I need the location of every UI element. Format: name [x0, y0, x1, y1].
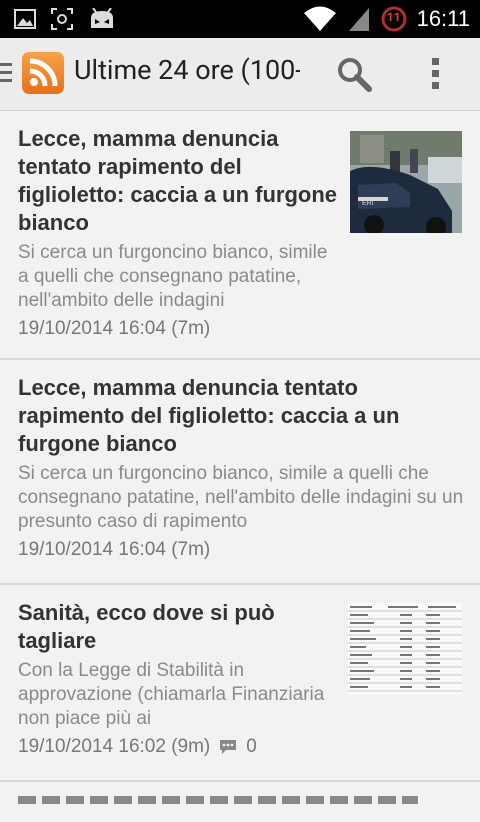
- article-list: Lecce, mamma denuncia tentato rapimento …: [0, 111, 480, 822]
- comment-count: 0: [246, 736, 257, 757]
- android-notification-icon: [91, 8, 113, 28]
- article-summary: Si cerca un furgoncino bianco, simile a …: [18, 242, 328, 311]
- notification-count-badge: 11: [381, 6, 407, 32]
- article-item[interactable]: Sanità, ecco dove si può tagliare Con la…: [0, 585, 480, 782]
- article-title: Sanità, ecco dove si può tagliare: [18, 600, 275, 653]
- signal-icon: [348, 8, 369, 31]
- drawer-icon[interactable]: [0, 63, 12, 87]
- article-summary: Si cerca un furgoncino bianco, simile a …: [18, 463, 464, 532]
- article-date: 19/10/2014 16:02 (9m): [18, 736, 211, 757]
- article-item[interactable]: [0, 782, 480, 822]
- article-item[interactable]: Lecce, mamma denuncia tentato rapimento …: [0, 360, 480, 585]
- screenshot-notification-icon: [51, 8, 73, 30]
- image-notification-icon: [14, 9, 36, 29]
- rss-glyph-icon: [29, 58, 58, 87]
- notification-count: 11: [386, 10, 401, 24]
- overflow-menu-icon[interactable]: [432, 58, 440, 94]
- article-title-cutoff: [18, 796, 458, 804]
- article-date: 19/10/2014 16:04 (7m): [18, 318, 211, 339]
- article-thumbnail: ERI: [350, 131, 462, 233]
- search-icon[interactable]: [336, 56, 372, 96]
- feed-title[interactable]: Ultime 24 ore (100-: [74, 54, 300, 86]
- clock: 16:11: [416, 6, 470, 31]
- article-title: Lecce, mamma denuncia tentato rapimento …: [18, 126, 338, 235]
- svg-text:ERI: ERI: [362, 200, 374, 207]
- rss-icon[interactable]: [22, 52, 64, 94]
- status-bar: 11 16:11: [0, 0, 480, 38]
- comment-icon: [220, 740, 237, 754]
- article-title: Lecce, mamma denuncia tentato rapimento …: [18, 375, 400, 456]
- article-thumbnail: [348, 603, 462, 695]
- article-date-row: 19/10/2014 16:02 (9m) 0: [18, 735, 338, 759]
- article-item[interactable]: Lecce, mamma denuncia tentato rapimento …: [0, 111, 480, 360]
- magnifier-glyph-icon: [338, 58, 372, 92]
- wifi-icon: [303, 6, 336, 31]
- article-summary: Con la Legge di Stabilità in approvazion…: [18, 660, 325, 729]
- action-bar: Ultime 24 ore (100-: [0, 38, 480, 111]
- article-date: 19/10/2014 16:04 (7m): [18, 539, 211, 560]
